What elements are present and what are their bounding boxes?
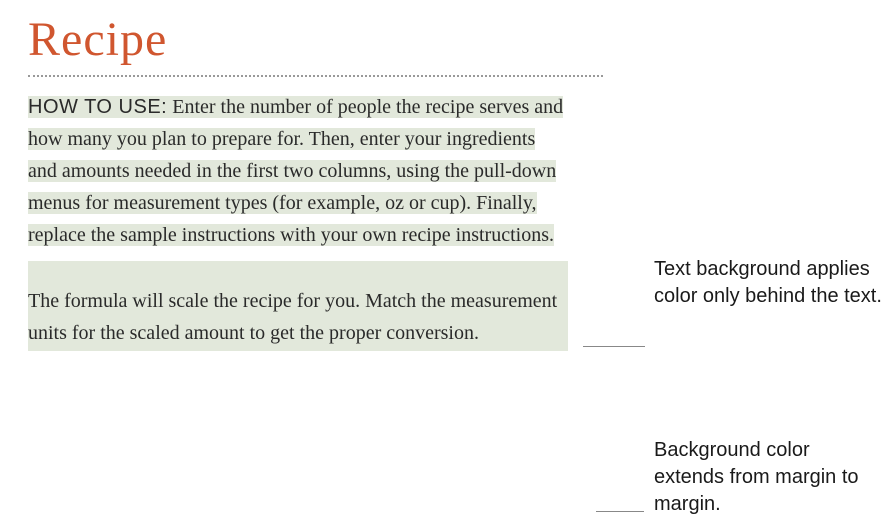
paragraph2-text: The formula will scale the recipe for yo…: [28, 290, 557, 344]
paragraph1-text: Enter the number of people the recipe se…: [28, 96, 563, 246]
callout-line-1: [583, 346, 645, 347]
paragraph-gap-fill: [28, 261, 568, 283]
content-area: HOW TO USE: Enter the number of people t…: [28, 91, 886, 351]
paragraph-block-background: The formula will scale the recipe for yo…: [28, 283, 568, 351]
page-title: Recipe: [28, 12, 886, 67]
annotation-block-background: Background color extends from margin to …: [654, 437, 884, 518]
callout-line-2: [596, 511, 644, 512]
annotation-text-background: Text background applies color only behin…: [654, 256, 884, 310]
paragraph-text-background: HOW TO USE: Enter the number of people t…: [28, 91, 568, 251]
how-to-use-label: HOW TO USE:: [28, 96, 167, 118]
title-divider: [28, 75, 603, 77]
